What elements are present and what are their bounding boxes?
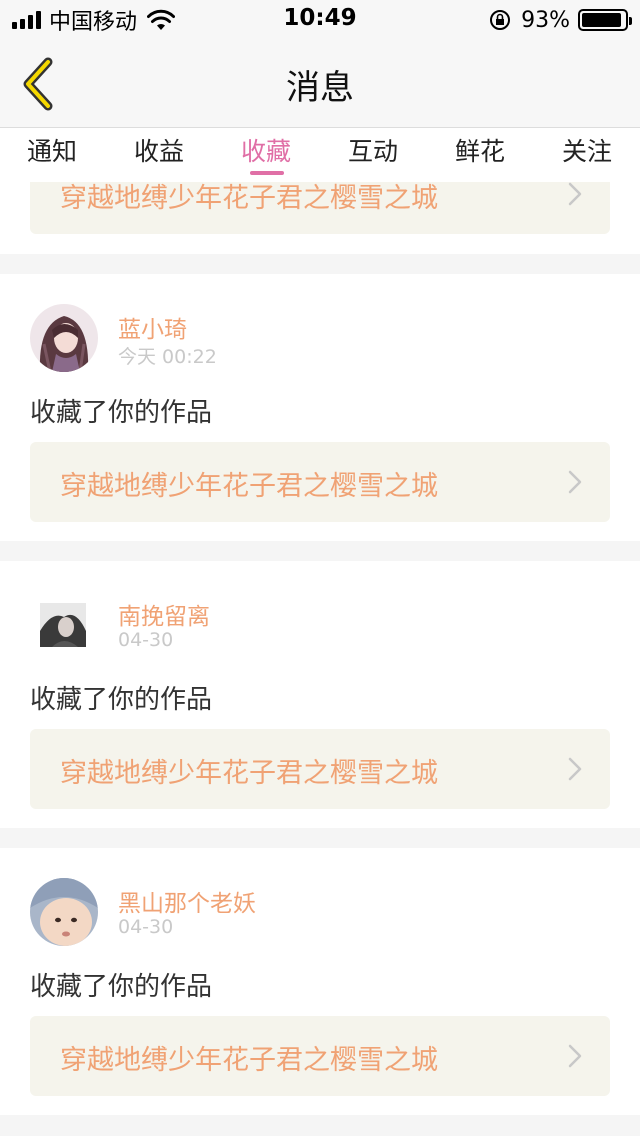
- work-title: 穿越地缚少年花子君之樱雪之城: [60, 471, 438, 502]
- avatar[interactable]: [30, 878, 98, 946]
- tab-follows[interactable]: 关注: [542, 132, 632, 168]
- action-text: 收藏了你的作品: [30, 685, 213, 715]
- username[interactable]: 黑山那个老妖: [118, 884, 256, 918]
- work-title: 穿越地缚少年花子君之樱雪之城: [60, 1045, 438, 1076]
- action-text: 收藏了你的作品: [30, 398, 213, 428]
- tab-flowers[interactable]: 鲜花: [435, 132, 525, 168]
- battery-fill: [582, 13, 621, 27]
- chevron-right-icon: [568, 1044, 582, 1068]
- work-link[interactable]: 穿越地缚少年花子君之樱雪之城: [30, 729, 610, 809]
- battery-percent: 93%: [521, 7, 570, 33]
- work-title: 穿越地缚少年花子君之樱雪之城: [60, 758, 438, 789]
- timestamp: 今天 00:22: [118, 346, 217, 368]
- tab-interactions[interactable]: 互动: [328, 132, 418, 168]
- tab-favorites[interactable]: 收藏: [221, 132, 311, 168]
- list-item: 南挽留离 04-30 收藏了你的作品 穿越地缚少年花子君之樱雪之城: [0, 561, 640, 828]
- notification-list[interactable]: 穿越地缚少年花子君之樱雪之城 蓝小琦 今天 00:22 收藏了你的作品 穿越地缚…: [0, 182, 640, 1136]
- avatar[interactable]: [30, 591, 98, 659]
- username[interactable]: 蓝小琦: [118, 310, 187, 344]
- battery-icon: [578, 9, 632, 31]
- chevron-right-icon: [568, 757, 582, 781]
- anime-girl-avatar: [30, 304, 98, 372]
- active-tab-indicator: [250, 171, 284, 175]
- timestamp: 04-30: [118, 629, 174, 651]
- action-text: 收藏了你的作品: [30, 972, 213, 1002]
- work-link[interactable]: 穿越地缚少年花子君之樱雪之城: [30, 1016, 610, 1096]
- list-item: 蓝小琦 今天 00:22 收藏了你的作品 穿越地缚少年花子君之樱雪之城: [0, 274, 640, 541]
- page-title: 消息: [286, 68, 354, 108]
- username[interactable]: 南挽留离: [118, 597, 210, 631]
- timestamp: 04-30: [118, 916, 174, 938]
- status-bar: 中国移动 10:49 93%: [0, 0, 640, 40]
- tab-earnings[interactable]: 收益: [114, 132, 204, 168]
- nav-bar: 消息: [0, 40, 640, 128]
- rotation-lock-icon: [490, 10, 511, 30]
- tab-notifications[interactable]: 通知: [7, 132, 97, 168]
- list-item: 黑山那个老妖 04-30 收藏了你的作品 穿越地缚少年花子君之樱雪之城: [0, 848, 640, 1115]
- photo-avatar: [30, 591, 98, 659]
- chevron-right-icon: [568, 470, 582, 494]
- baby-avatar: [30, 878, 98, 946]
- list-item: 穿越地缚少年花子君之樱雪之城: [0, 182, 640, 254]
- avatar[interactable]: [30, 304, 98, 372]
- tab-bar: 通知 收益 收藏 互动 鲜花 关注: [0, 128, 640, 182]
- work-title: 穿越地缚少年花子君之樱雪之城: [60, 183, 438, 214]
- work-link[interactable]: 穿越地缚少年花子君之樱雪之城: [30, 182, 610, 234]
- status-right: 93%: [489, 6, 632, 34]
- work-link[interactable]: 穿越地缚少年花子君之樱雪之城: [30, 442, 610, 522]
- chevron-right-icon: [568, 182, 582, 206]
